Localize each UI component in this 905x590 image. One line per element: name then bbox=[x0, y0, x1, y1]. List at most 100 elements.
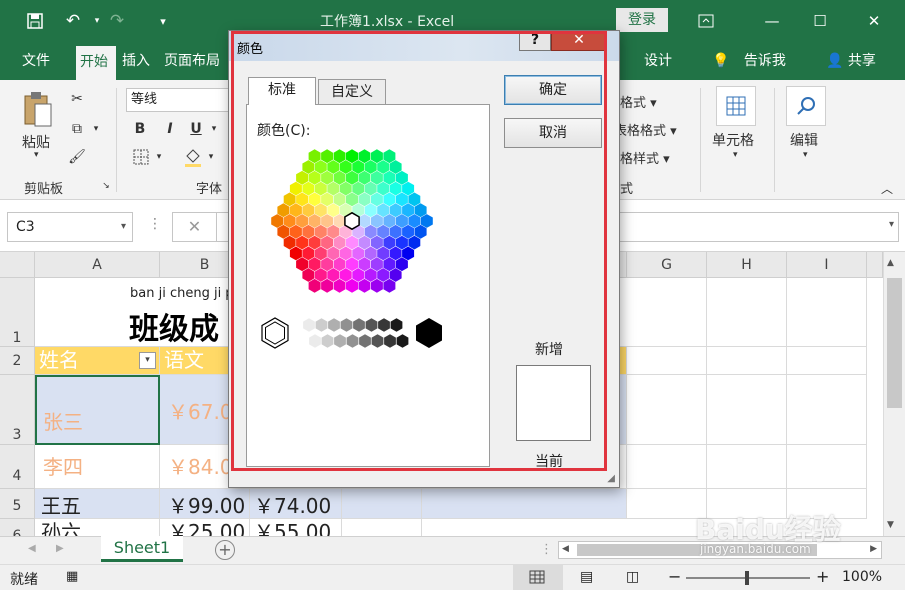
color-swatch[interactable] bbox=[283, 214, 296, 228]
zoom-in-icon[interactable]: + bbox=[816, 567, 829, 586]
color-swatch[interactable] bbox=[302, 203, 315, 218]
color-swatch[interactable] bbox=[333, 235, 346, 250]
cell[interactable] bbox=[787, 278, 867, 347]
dialog-title-bar[interactable]: 颜色 ? ✕ bbox=[229, 31, 619, 61]
color-swatch[interactable] bbox=[383, 278, 396, 293]
cell[interactable] bbox=[707, 445, 787, 489]
paste-icon[interactable] bbox=[20, 88, 56, 130]
color-swatch[interactable] bbox=[346, 192, 358, 207]
gray-swatch[interactable] bbox=[328, 318, 340, 332]
color-swatch[interactable] bbox=[333, 257, 346, 272]
color-swatch[interactable] bbox=[371, 170, 383, 185]
cells-label[interactable]: 单元格 bbox=[712, 130, 754, 150]
color-swatch[interactable] bbox=[358, 278, 371, 293]
cell-styles-item[interactable]: 格样式 ▾ bbox=[620, 148, 670, 167]
color-swatch[interactable] bbox=[339, 246, 352, 261]
normal-view-icon[interactable] bbox=[513, 565, 563, 590]
color-swatch[interactable] bbox=[358, 170, 371, 185]
add-sheet-icon[interactable]: + bbox=[215, 540, 235, 560]
ribbon-display-icon[interactable] bbox=[688, 6, 724, 36]
page-layout-view-icon[interactable]: ▤ bbox=[580, 569, 593, 585]
scroll-thumb[interactable] bbox=[887, 278, 902, 408]
color-swatch[interactable] bbox=[271, 214, 284, 228]
vertical-scrollbar[interactable]: ▲ ▼ bbox=[883, 252, 905, 536]
color-swatch[interactable] bbox=[321, 214, 333, 228]
login-button[interactable]: 登录 bbox=[616, 8, 668, 32]
undo-icon[interactable]: ↶ bbox=[60, 8, 86, 34]
color-swatch[interactable] bbox=[321, 235, 333, 250]
color-swatch[interactable] bbox=[358, 149, 371, 164]
cell-b5[interactable]: ￥99.00 bbox=[160, 489, 250, 519]
color-swatch[interactable] bbox=[377, 224, 390, 239]
color-swatch[interactable] bbox=[371, 149, 383, 164]
gray-swatch[interactable] bbox=[371, 334, 384, 348]
cancel-entry-button[interactable]: ✕ bbox=[172, 212, 216, 242]
cell[interactable] bbox=[627, 347, 707, 375]
cell-a3[interactable]: 张三 bbox=[35, 375, 160, 445]
help-button[interactable]: ? bbox=[519, 31, 551, 51]
color-swatch[interactable] bbox=[389, 268, 402, 282]
page-break-view-icon[interactable]: ◫ bbox=[626, 569, 639, 585]
save-icon[interactable] bbox=[22, 8, 48, 34]
color-swatch[interactable] bbox=[333, 214, 346, 228]
color-swatch[interactable] bbox=[339, 224, 352, 239]
gray-swatch[interactable] bbox=[396, 334, 409, 348]
ok-button[interactable]: 确定 bbox=[504, 75, 602, 105]
color-swatch[interactable] bbox=[402, 246, 415, 261]
color-swatch[interactable] bbox=[383, 170, 396, 185]
font-name-box[interactable]: 等线 bbox=[126, 88, 231, 112]
color-swatch[interactable] bbox=[289, 181, 302, 196]
color-swatch[interactable] bbox=[302, 224, 315, 239]
color-swatch[interactable] bbox=[296, 257, 309, 272]
color-swatch[interactable] bbox=[302, 160, 315, 174]
color-swatch[interactable] bbox=[333, 278, 346, 293]
color-swatch[interactable] bbox=[402, 224, 415, 239]
color-swatch[interactable] bbox=[321, 149, 333, 164]
color-swatch[interactable] bbox=[327, 203, 340, 218]
cell[interactable] bbox=[707, 278, 787, 347]
color-swatch[interactable] bbox=[358, 214, 371, 228]
color-swatch[interactable] bbox=[308, 278, 321, 293]
cell-a4[interactable]: 李四 bbox=[35, 445, 160, 489]
cell[interactable] bbox=[627, 445, 707, 489]
cell[interactable] bbox=[627, 278, 707, 347]
color-swatch[interactable] bbox=[289, 203, 302, 218]
chevron-down-icon[interactable]: ▾ bbox=[121, 213, 126, 241]
color-swatch[interactable] bbox=[389, 160, 402, 174]
color-swatch[interactable] bbox=[383, 214, 396, 228]
gray-swatch[interactable] bbox=[309, 334, 321, 348]
cell[interactable] bbox=[787, 445, 867, 489]
color-swatch[interactable] bbox=[395, 170, 408, 185]
color-swatch[interactable] bbox=[364, 181, 377, 196]
format-painter-icon[interactable]: 🖌 bbox=[66, 146, 88, 168]
bold-button[interactable]: B bbox=[130, 118, 150, 140]
paste-dropdown-icon[interactable]: ▾ bbox=[34, 150, 39, 160]
color-swatch[interactable] bbox=[308, 192, 321, 207]
prev-sheet-icon[interactable]: ◀ bbox=[28, 543, 36, 554]
color-swatch[interactable] bbox=[277, 224, 290, 239]
color-swatch[interactable] bbox=[308, 235, 321, 250]
tab-page-layout[interactable]: 页面布局 bbox=[160, 42, 224, 80]
share-button[interactable]: 👤 共享 bbox=[822, 42, 880, 80]
cell[interactable] bbox=[707, 375, 787, 445]
color-swatch[interactable] bbox=[389, 181, 402, 196]
color-swatch[interactable] bbox=[339, 268, 352, 282]
color-swatch[interactable] bbox=[289, 246, 302, 261]
color-swatch[interactable] bbox=[358, 235, 371, 250]
underline-button[interactable]: U bbox=[186, 118, 206, 140]
select-all-corner[interactable] bbox=[0, 252, 35, 278]
color-swatch[interactable] bbox=[371, 192, 383, 207]
color-swatch[interactable] bbox=[352, 224, 365, 239]
color-swatch[interactable] bbox=[333, 170, 346, 185]
color-swatch[interactable] bbox=[352, 181, 365, 196]
color-swatch[interactable] bbox=[314, 246, 327, 261]
cell[interactable] bbox=[342, 489, 422, 519]
color-swatch[interactable] bbox=[352, 246, 365, 261]
scroll-right-icon[interactable]: ▶ bbox=[870, 544, 877, 554]
color-swatch[interactable] bbox=[395, 214, 408, 228]
color-swatch[interactable] bbox=[377, 203, 390, 218]
tab-design[interactable]: 设计 bbox=[640, 42, 676, 80]
color-swatch[interactable] bbox=[314, 268, 327, 282]
fill-color-icon[interactable] bbox=[180, 144, 206, 170]
color-swatch[interactable] bbox=[302, 181, 315, 196]
